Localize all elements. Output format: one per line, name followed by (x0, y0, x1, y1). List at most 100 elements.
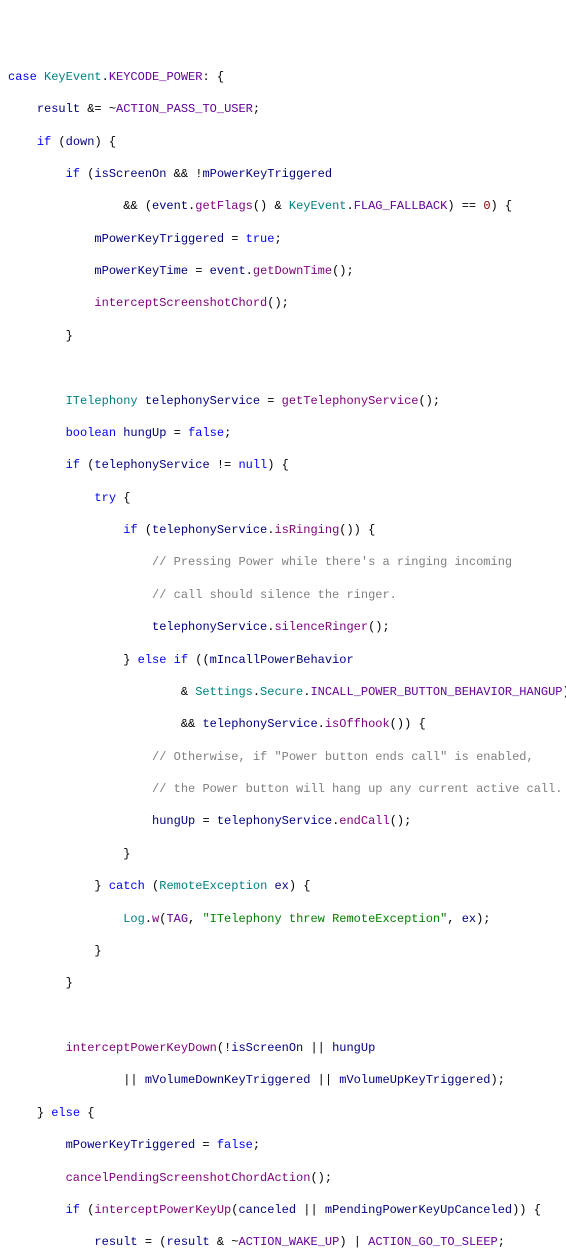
kw-null: null (238, 458, 267, 472)
cls-RemoteException: RemoteException (159, 879, 267, 893)
op: || (310, 1073, 339, 1087)
op: || (123, 1073, 145, 1087)
id-result: result (94, 1235, 137, 1249)
punct: ) { (267, 458, 289, 472)
cls-Log: Log (123, 912, 145, 926)
code-line: || mVolumeDownKeyTriggered || mVolumeUpK… (8, 1072, 558, 1088)
punct: , (188, 912, 202, 926)
punct: ()) { (339, 523, 375, 537)
punct: { (116, 491, 130, 505)
op: &= ~ (80, 102, 116, 116)
cls-KeyEvent: KeyEvent (44, 70, 102, 84)
op: != (210, 458, 239, 472)
id-mIncallPowerBehavior: mIncallPowerBehavior (210, 653, 354, 667)
punct: ( (80, 1203, 94, 1217)
id-hungUp: hungUp (123, 426, 166, 440)
code-line: cancelPendingScreenshotChordAction(); (8, 1170, 558, 1186)
op: & (181, 685, 195, 699)
method-getTelephonyService: getTelephonyService (282, 394, 419, 408)
punct: . (253, 685, 260, 699)
code-line: hungUp = telephonyService.endCall(); (8, 813, 558, 829)
const-ACTION_WAKE_UP: ACTION_WAKE_UP (238, 1235, 339, 1249)
kw-if: if (166, 653, 188, 667)
op: ) | (339, 1235, 368, 1249)
code-line: boolean hungUp = false; (8, 425, 558, 441)
id-telephonyService: telephonyService (202, 717, 317, 731)
punct: ) { (94, 135, 116, 149)
code-line: if (telephonyService != null) { (8, 457, 558, 473)
method-isRinging: isRinging (274, 523, 339, 537)
code-line: // Pressing Power while there's a ringin… (8, 554, 558, 570)
punct: ); (491, 1073, 505, 1087)
code-line: && telephonyService.isOffhook()) { (8, 716, 558, 732)
num: 0 (483, 199, 490, 213)
punct: { (210, 70, 224, 84)
punct: (( (188, 653, 210, 667)
string-literal: "ITelephony threw RemoteException" (202, 912, 447, 926)
code-line: telephonyService.silenceRinger(); (8, 619, 558, 635)
code-line: mPowerKeyTime = event.getDownTime(); (8, 263, 558, 279)
punct: ; (253, 1138, 260, 1152)
kw-if: if (66, 458, 80, 472)
kw-true: true (246, 232, 275, 246)
method-interceptPowerKeyUp: interceptPowerKeyUp (94, 1203, 231, 1217)
method-interceptScreenshotChord: interceptScreenshotChord (94, 296, 267, 310)
punct: . (332, 814, 339, 828)
comment: // call should silence the ringer. (152, 588, 397, 602)
id-hungUp: hungUp (332, 1041, 375, 1055)
code-line: & Settings.Secure.INCALL_POWER_BUTTON_BE… (8, 684, 558, 700)
const-ACTION_PASS_TO_USER: ACTION_PASS_TO_USER (116, 102, 253, 116)
punct: ( (51, 135, 65, 149)
punct: (); (418, 394, 440, 408)
code-line: } catch (RemoteException ex) { (8, 878, 558, 894)
punct: ) { (289, 879, 311, 893)
code-line: } (8, 328, 558, 344)
method-interceptPowerKeyDown: interceptPowerKeyDown (66, 1041, 217, 1055)
method-getDownTime: getDownTime (253, 264, 332, 278)
cls-Secure: Secure (260, 685, 303, 699)
id-hungUp: hungUp (152, 814, 195, 828)
op: = ( (138, 1235, 167, 1249)
op: & (267, 199, 289, 213)
punct: () (253, 199, 267, 213)
id-telephonyService: telephonyService (94, 458, 209, 472)
punct: } (66, 329, 73, 343)
kw-else: else (138, 653, 167, 667)
kw-else: else (51, 1106, 80, 1120)
punct: (); (332, 264, 354, 278)
punct: ( (159, 912, 166, 926)
punct: ); (476, 912, 490, 926)
method-cancelPendingScreenshotChordAction: cancelPendingScreenshotChordAction (66, 1171, 311, 1185)
id-mPowerKeyTriggered: mPowerKeyTriggered (202, 167, 332, 181)
op: = (188, 264, 210, 278)
op: = (195, 1138, 217, 1152)
op: && (181, 717, 203, 731)
id-telephonyService: telephonyService (152, 620, 267, 634)
kw-case: case (8, 70, 37, 84)
punct: ; (253, 102, 260, 116)
op: && ! (166, 167, 202, 181)
const-KEYCODE_POWER: KEYCODE_POWER (109, 70, 203, 84)
id-result: result (37, 102, 80, 116)
punct: } (66, 976, 73, 990)
id-telephonyService: telephonyService (152, 523, 267, 537)
code-line: try { (8, 490, 558, 506)
punct: ( (138, 523, 152, 537)
punct: ( (231, 1203, 238, 1217)
id-event: event (210, 264, 246, 278)
code-line: } (8, 846, 558, 862)
code-line: if (interceptPowerKeyUp(canceled || mPen… (8, 1202, 558, 1218)
code-line: if (isScreenOn && !mPowerKeyTriggered (8, 166, 558, 182)
punct: (); (368, 620, 390, 634)
punct: ( (80, 458, 94, 472)
id-isScreenOn: isScreenOn (231, 1041, 303, 1055)
id-telephonyService: telephonyService (145, 394, 260, 408)
cls-Settings: Settings (195, 685, 253, 699)
punct: ; (498, 1235, 505, 1249)
id-canceled: canceled (238, 1203, 296, 1217)
id-mVolumeUpKeyTriggered: mVolumeUpKeyTriggered (339, 1073, 490, 1087)
punct: (); (267, 296, 289, 310)
punct: } (123, 653, 137, 667)
cls-ITelephony: ITelephony (66, 394, 138, 408)
op: = (260, 394, 282, 408)
